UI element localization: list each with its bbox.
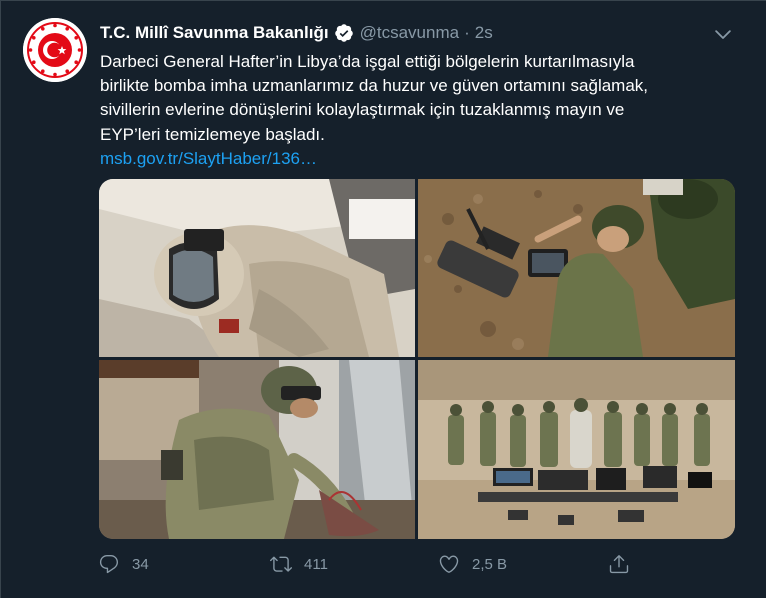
user-handle[interactable]: @tcsavunma [360,23,459,43]
tweet-card[interactable]: T.C. Millî Savunma Bakanlığı @tcsavunma … [0,0,766,598]
photo-soldiers-with-robot[interactable] [418,179,735,357]
heart-icon [439,555,459,573]
tweet-text-line: EYP’leri temizlemeye başladı. [100,124,325,144]
tweet-header: T.C. Millî Savunma Bakanlığı @tcsavunma … [100,21,493,45]
photo-team-with-equipment[interactable] [418,360,735,539]
tweet-timestamp[interactable]: 2s [475,23,493,43]
retweet-button[interactable]: 411 [270,553,328,575]
retweet-icon [270,556,292,572]
like-button[interactable]: 2,5 B [438,553,507,575]
avatar[interactable] [23,18,87,82]
tweet-text-line: sivillerin evlerine dönüşlerini kolaylaş… [100,100,625,120]
display-name[interactable]: T.C. Millî Savunma Bakanlığı [100,23,329,43]
crescent-star-emblem-icon [23,18,87,82]
like-count: 2,5 B [472,555,508,573]
chevron-down-icon[interactable] [712,23,734,45]
tweet-actions: 34 411 2,5 B [98,551,738,577]
share-icon [609,555,629,574]
tweet-text-line: birlikte bomba imha uzmanlarımız da huzu… [100,76,649,96]
photo-soldier-defusing-device[interactable] [99,360,415,539]
media-grid [99,179,735,539]
reply-icon [99,555,119,574]
tweet-text: Darbeci General Hafter’in Libya’da işgal… [100,50,740,171]
verified-badge-icon [334,23,354,43]
tweet-text-line: Darbeci General Hafter’in Libya’da işgal… [100,52,635,71]
reply-button[interactable]: 34 [98,553,149,575]
tweet-link[interactable]: msb.gov.tr/SlaytHaber/136… [100,147,740,171]
photo-bomb-suit-technician[interactable] [99,179,415,357]
share-button[interactable] [608,553,630,575]
separator-dot: · [464,23,470,42]
reply-count: 34 [132,555,149,573]
retweet-count: 411 [304,555,328,573]
